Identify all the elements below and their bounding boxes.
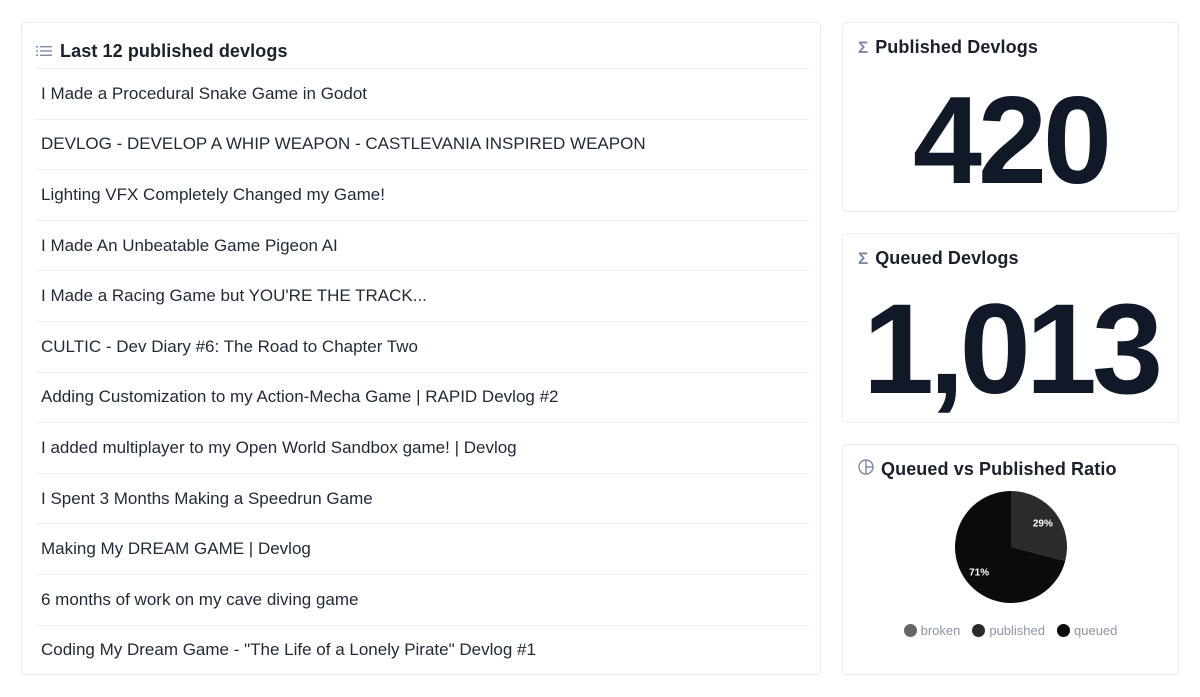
devlog-list-item[interactable]: I Made a Racing Game but YOU'RE THE TRAC… — [35, 270, 809, 321]
devlog-list-item[interactable]: Coding My Dream Game - "The Life of a Lo… — [35, 624, 809, 676]
devlog-list-item[interactable]: I Made a Procedural Snake Game in Godot — [35, 68, 809, 119]
devlog-list-item[interactable]: I Spent 3 Months Making a Speedrun Game — [35, 472, 809, 524]
sigma-icon: Σ — [858, 37, 869, 57]
ratio-pie-chart: 29% 71% — [953, 489, 1069, 605]
legend-item-queued[interactable]: queued — [1057, 623, 1117, 638]
legend-item-broken[interactable]: broken — [903, 623, 961, 638]
recent-devlogs-card: Last 12 published devlogs I Made a Proce… — [21, 22, 821, 675]
queued-devlogs-card: Σ Queued Devlogs 1,013 — [842, 233, 1179, 423]
legend-item-published[interactable]: published — [972, 623, 1045, 638]
devlog-list-item[interactable]: 6 months of work on my cave diving game — [35, 573, 809, 625]
legend-dot-queued — [1057, 624, 1070, 637]
published-devlogs-header: Σ Published Devlogs — [858, 35, 1038, 59]
devlog-list-item[interactable]: CULTIC - Dev Diary #6: The Road to Chapt… — [35, 320, 809, 372]
published-devlogs-title: Published Devlogs — [875, 36, 1038, 57]
list-icon — [36, 45, 52, 57]
devlog-list-item[interactable]: DEVLOG - DEVELOP A WHIP WEAPON - CASTLEV… — [35, 118, 809, 170]
devlog-list-item[interactable]: I Made An Unbeatable Game Pigeon AI — [35, 219, 809, 271]
sigma-icon: Σ — [858, 248, 869, 268]
queued-devlogs-header: Σ Queued Devlogs — [858, 246, 1019, 270]
recent-devlogs-header: Last 12 published devlogs — [36, 35, 288, 67]
ratio-chart-header: Queued vs Published Ratio — [858, 457, 1117, 481]
ratio-chart-card: Queued vs Published Ratio 29% 71% broken p… — [842, 444, 1179, 675]
devlog-list-item[interactable]: Adding Customization to my Action-Mecha … — [35, 371, 809, 423]
devlog-list-item[interactable]: I added multiplayer to my Open World San… — [35, 422, 809, 473]
legend-label-published: published — [989, 623, 1045, 638]
recent-devlogs-title: Last 12 published devlogs — [60, 40, 288, 61]
devlog-list-item[interactable]: Making My DREAM GAME | Devlog — [35, 523, 809, 574]
legend-label-queued: queued — [1074, 623, 1118, 638]
legend-label-broken: broken — [920, 623, 961, 638]
chart-legend: broken published queued — [843, 623, 1178, 638]
pie-label-published: 29% — [1033, 518, 1053, 529]
queued-devlogs-title: Queued Devlogs — [875, 247, 1019, 268]
pie-svg: 29% 71% — [955, 491, 1067, 603]
published-devlogs-value: 420 — [913, 72, 1112, 210]
queued-devlogs-value: 1,013 — [862, 278, 1163, 421]
ratio-chart-title: Queued vs Published Ratio — [881, 458, 1117, 479]
devlog-list: I Made a Procedural Snake Game in Godot D… — [35, 68, 809, 675]
pie-label-queued: 71% — [969, 568, 989, 579]
legend-dot-broken — [903, 624, 917, 637]
pie-chart-icon — [858, 458, 874, 480]
published-devlogs-card: Σ Published Devlogs 420 — [842, 22, 1179, 212]
devlog-list-item[interactable]: Lighting VFX Completely Changed my Game! — [35, 169, 809, 220]
legend-dot-published — [972, 624, 986, 637]
